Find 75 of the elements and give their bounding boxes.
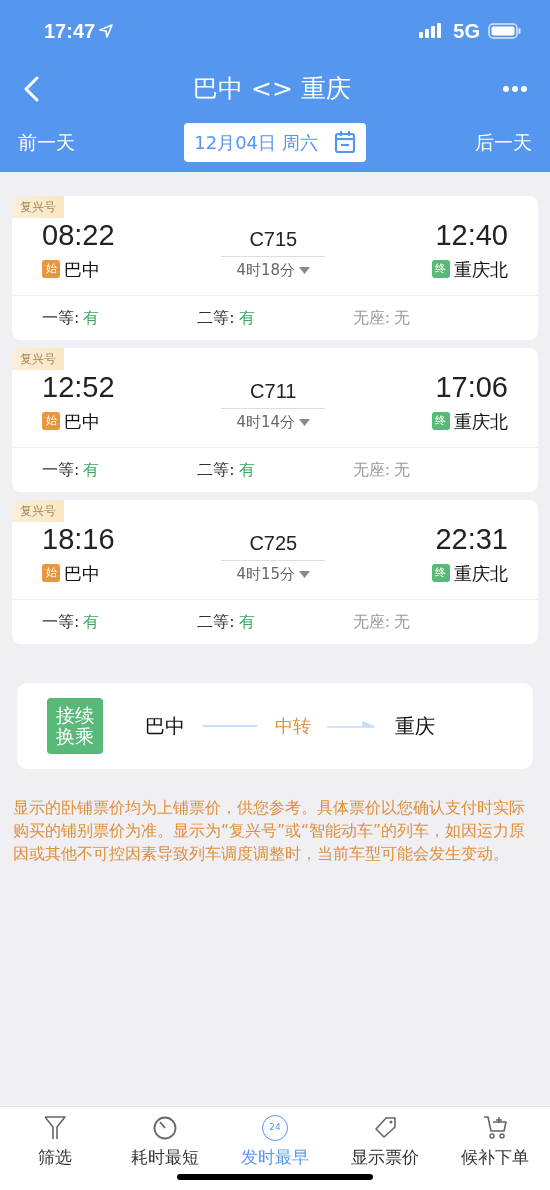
train-type-tag: 复兴号 xyxy=(12,347,64,370)
departure-time: 12:52 xyxy=(42,371,115,404)
seat-class-label: 二等: xyxy=(197,610,235,633)
train-card[interactable]: 复兴号 18:16 始 巴中 C725 4时15分 22:31 终 重庆北 一等: 有 二等: 有 无座: 无 xyxy=(12,499,538,644)
status-time: 17:47 xyxy=(44,19,96,44)
departure-time: 18:16 xyxy=(42,523,115,556)
arrival-station: 重庆北 xyxy=(454,561,508,586)
calendar-icon xyxy=(333,130,356,154)
seat-class-label: 一等: xyxy=(42,306,80,329)
seat-class-label: 一等: xyxy=(42,458,80,481)
seat-availability: 有 xyxy=(83,610,100,633)
seat-class-label: 无座: xyxy=(352,610,391,633)
seat-availability: 无 xyxy=(394,610,411,633)
train-type-tag: 复兴号 xyxy=(12,499,64,522)
tab-bar-item[interactable]: 候补下单 xyxy=(440,1107,550,1190)
duration: 4时14分 xyxy=(236,411,296,433)
seat-class-label: 无座: xyxy=(352,458,391,481)
dropdown-caret-icon[interactable] xyxy=(299,570,311,578)
network-label: 5G xyxy=(453,19,480,44)
departure-station: 巴中 xyxy=(64,409,100,434)
origin-badge: 始 xyxy=(42,564,60,583)
train-number: C715 xyxy=(249,227,298,252)
seat-availability: 有 xyxy=(238,306,255,329)
battery-icon xyxy=(488,23,522,39)
location-arrow-icon xyxy=(99,24,114,38)
seat-class-label: 一等: xyxy=(42,610,80,633)
origin-badge: 始 xyxy=(42,260,60,279)
departure-time: 08:22 xyxy=(42,220,115,252)
duration: 4时18分 xyxy=(236,260,296,281)
seat-availability: 有 xyxy=(238,458,255,481)
arrival-time: 12:40 xyxy=(435,220,508,252)
tab-bar-item[interactable]: 筛选 xyxy=(0,1107,110,1190)
seat-availability: 有 xyxy=(83,458,100,481)
seat-availability: 无 xyxy=(394,458,411,481)
dropdown-caret-icon[interactable] xyxy=(299,266,311,274)
duration: 4时15分 xyxy=(236,563,296,585)
transfer-badge: 接续换乘 xyxy=(47,697,103,754)
page-title: 巴中 <> 重庆 xyxy=(193,73,351,106)
dropdown-caret-icon[interactable] xyxy=(299,418,311,426)
seat-availability: 无 xyxy=(394,306,411,329)
train-card[interactable]: 复兴号 08:22 始 巴中 C715 4时18分 12:40 终 重庆北 一等: 有 二等: 有 无座: 无 xyxy=(12,196,538,340)
more-icon[interactable] xyxy=(502,85,528,93)
arrival-time: 22:31 xyxy=(435,523,508,556)
date-label: 12月04日 周六 xyxy=(194,130,318,155)
train-type-tag: 复兴号 xyxy=(12,196,64,218)
price-tag-icon xyxy=(373,1115,397,1141)
arrival-station: 重庆北 xyxy=(454,257,508,282)
seat-availability: 有 xyxy=(238,610,255,633)
train-card[interactable]: 复兴号 12:52 始 巴中 C711 4时14分 17:06 终 重庆北 一等: 有 二等: 有 无座: 无 xyxy=(12,347,538,492)
route-line xyxy=(203,722,257,729)
seat-class-label: 无座: xyxy=(352,306,391,329)
train-number: C711 xyxy=(250,378,297,404)
notice-text: 显示的卧铺票价均为上铺票价，供您参考。具体票价以您确认支付时实际购买的铺别票价为准。显示为“复兴号”或“智能动车”的列车，如因运力原因或其他不可控因素导致列车调度调整时，当前车型可能会发生变动。 xyxy=(12,797,527,866)
terminal-badge: 终 xyxy=(432,564,450,583)
arrival-time: 17:06 xyxy=(435,371,508,404)
seat-class-label: 二等: xyxy=(197,458,235,481)
transfer-destination: 重庆 xyxy=(395,712,435,740)
tab-bar-item[interactable]: 显示票价 xyxy=(330,1107,440,1190)
train-number: C725 xyxy=(249,530,298,556)
cart-icon xyxy=(483,1115,507,1141)
seat-availability: 有 xyxy=(83,306,100,329)
route-arrow xyxy=(327,720,375,731)
filter-icon xyxy=(43,1115,67,1141)
seat-class-label: 二等: xyxy=(197,306,235,329)
departure-station: 巴中 xyxy=(64,257,100,282)
tab-bar-item[interactable]: 耗时最短 xyxy=(110,1107,220,1190)
terminal-badge: 终 xyxy=(432,260,450,279)
origin-badge: 始 xyxy=(42,412,60,431)
transfer-card[interactable]: 接续换乘 巴中 中转 重庆 xyxy=(17,682,533,769)
timer-icon xyxy=(153,1115,177,1141)
terminal-badge: 终 xyxy=(432,412,450,431)
arrival-station: 重庆北 xyxy=(454,409,508,434)
transfer-via: 中转 xyxy=(275,714,311,739)
departure-station: 巴中 xyxy=(64,561,100,586)
transfer-origin: 巴中 xyxy=(145,712,185,740)
